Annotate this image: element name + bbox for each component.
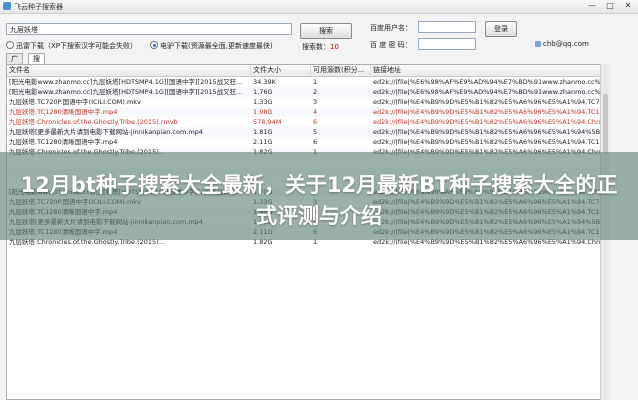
row-filename: 九层妖塔.TC1280清晰国语中字.mp4 — [9, 138, 118, 146]
row-link: ed2k://|file|%E4%B9%9D%E5%B1%82%E5%A6%96… — [373, 118, 607, 126]
row-link: ed2k://|file|%E4%B9%9D%E5%B1%82%E5%A6%96… — [373, 98, 607, 106]
row-size: 1.33G — [253, 98, 273, 106]
search-button[interactable]: 搜索 — [300, 23, 352, 39]
radio-emule-dot[interactable] — [150, 41, 158, 49]
search-input[interactable]: 九层妖塔 — [6, 23, 292, 35]
row-sources: 6 — [313, 118, 318, 126]
banner-headline: 12月bt种子搜索大全最新，关于12月最新BT种子搜索大全的正式评测与介绍 — [20, 173, 618, 228]
row-sources: 3 — [313, 98, 318, 106]
window-title: 飞云种子搜索器 — [14, 3, 63, 11]
row-link: ed2k://|file|%E6%98%AF%E9%AD%94%E7%BD%91… — [373, 78, 607, 86]
radio-xunlei-dot[interactable] — [6, 41, 14, 49]
radio-xunlei[interactable]: 迅雷下载（XP下搜索汉字可能会失败） — [6, 41, 137, 51]
row-link: ed2k://|file|%E4%B9%9D%E5%B1%82%E5%A6%96… — [373, 138, 607, 146]
scrollbar-thumb[interactable] — [603, 94, 608, 154]
baidu-username-field[interactable] — [418, 21, 476, 33]
row-sources: 5 — [313, 128, 318, 136]
row-size: 34.39K — [253, 78, 276, 86]
app-logo-icon — [3, 2, 11, 10]
baidu-username-label: 百度用户名： — [370, 24, 412, 32]
overlay-banner: 12月bt种子搜索大全最新，关于12月最新BT种子搜索大全的正式评测与介绍 — [0, 152, 638, 240]
row-filename: 九层妖塔[更多最新大片请到电影下载网站-jinnikanpian.com.mp4 — [9, 128, 203, 136]
column-header-filename[interactable]: 文件名 — [7, 65, 251, 76]
row-link: ed2k://|file|%E4%B9%9D%E5%B1%82%E5%A6%96… — [373, 108, 607, 116]
table-row[interactable]: 九层妖塔.TC1280清晰国语中字.mp4 2.11G 6 ed2k://|file|… — [7, 137, 609, 147]
column-header-link[interactable]: 链接地址 — [371, 65, 609, 76]
radio-emule[interactable]: 电驴下载(资源最全面,更新速度最快) — [150, 41, 273, 51]
contact-email[interactable]: chb@qq.com — [535, 40, 589, 48]
search-count-label: 搜索数： — [302, 43, 330, 51]
row-size: 1.81G — [253, 128, 273, 136]
row-filename: 九层妖塔.TC1280清晰国语中字.mp4 — [9, 108, 118, 116]
table-row[interactable]: 九层妖塔.TC1280清晰国语中字.mp4 1.98G 4 ed2k://|file|… — [7, 107, 609, 117]
row-sources: 1 — [313, 78, 318, 86]
row-sources: 2 — [313, 88, 318, 96]
maximize-button[interactable]: □ — [602, 1, 618, 11]
app-window: 飞云种子搜索器 — □ ✕ 九层妖塔 搜索 迅雷下载（XP下搜索汉字可能会失败）… — [0, 0, 638, 400]
row-link: ed2k://|file|%E6%98%AF%E9%AD%94%E7%BD%91… — [373, 88, 607, 96]
row-size: 1.98G — [253, 108, 273, 116]
login-button[interactable]: 登录 — [485, 21, 517, 37]
table-row[interactable]: 九层妖塔.TC720P.国语中字(ICILI.COM).mkv 1.33G 3 ed2… — [7, 97, 609, 107]
row-sources: 6 — [313, 138, 318, 146]
row-sources: 4 — [313, 108, 318, 116]
row-filename: 九层妖塔.Chronicles.of.the.Ghostly.Tribe.(20… — [9, 118, 178, 126]
row-filename: [阳光电影www.zhanmo.cc]九层妖塔[HDTSMP4.1G][国语中字… — [9, 78, 243, 86]
row-size: 578.94M — [253, 118, 282, 126]
close-button[interactable]: ✕ — [620, 1, 636, 11]
title-bar: 飞云种子搜索器 — □ ✕ — [0, 0, 638, 14]
baidu-password-field[interactable] — [418, 38, 476, 50]
table-row[interactable]: 九层妖塔.Chronicles.of.the.Ghostly.Tribe.(20… — [7, 117, 609, 127]
tab-search[interactable]: 搜索 — [28, 53, 45, 73]
column-header-size[interactable]: 文件大小 — [251, 65, 311, 76]
row-filename: 九层妖塔.TC720P.国语中字(ICILI.COM).mkv — [9, 98, 141, 106]
search-count-value: 10 — [330, 43, 339, 51]
table-header: 文件名 文件大小 可用源数(积分... 链接地址 — [7, 65, 609, 77]
row-link: ed2k://|file|%E4%B9%9D%E5%B1%82%E5%A6%96… — [373, 128, 607, 136]
row-size: 1.76G — [253, 88, 273, 96]
mail-icon — [535, 41, 541, 47]
baidu-password-label: 百 度 密 码： — [370, 41, 412, 49]
tab-ads[interactable]: 广告 — [6, 53, 23, 73]
table-row[interactable]: 九层妖塔[更多最新大片请到电影下载网站-jinnikanpian.com.mp4… — [7, 127, 609, 137]
radio-xunlei-label: 迅雷下载（XP下搜索汉字可能会失败） — [16, 42, 138, 50]
row-filename: [阳光电影www.zhanmo.cc]九层妖塔[HDTSMP4.1G][国语中字… — [9, 88, 243, 96]
table-row[interactable]: [阳光电影www.zhanmo.cc]九层妖塔[HDTSMP4.1G][国语中字… — [7, 77, 609, 87]
minimize-button[interactable]: — — [584, 1, 600, 11]
contact-email-text: chb@qq.com — [543, 40, 589, 48]
column-header-sources[interactable]: 可用源数(积分... — [311, 65, 371, 76]
radio-emule-label: 电驴下载(资源最全面,更新速度最快) — [160, 42, 273, 50]
row-size: 2.11G — [253, 138, 273, 146]
table-row[interactable]: [阳光电影www.zhanmo.cc]九层妖塔[HDTSMP4.1G][国语中字… — [7, 87, 609, 97]
search-count: 搜索数：10 — [302, 42, 339, 52]
